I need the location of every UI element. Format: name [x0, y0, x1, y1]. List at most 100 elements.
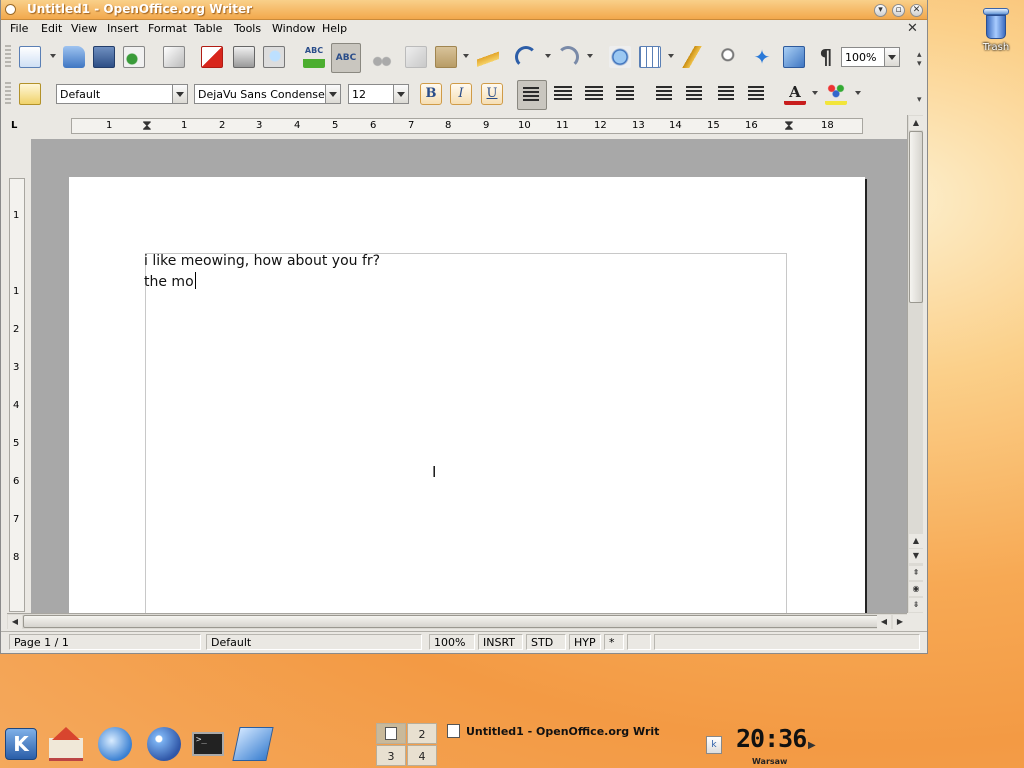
- edit-file-icon[interactable]: [163, 46, 185, 68]
- document-page[interactable]: i like meowing, how about you fr? the mo: [69, 177, 865, 613]
- kmenu-icon[interactable]: K: [5, 728, 37, 760]
- menu-view[interactable]: View: [71, 22, 97, 35]
- page-preview-icon[interactable]: [263, 46, 285, 68]
- toolbar-overflow-icon[interactable]: ▴ ▾: [917, 51, 927, 69]
- toolbar-grip[interactable]: [5, 82, 11, 106]
- highlighting-icon[interactable]: [825, 83, 847, 105]
- konqueror-icon[interactable]: [98, 727, 132, 761]
- align-right-icon[interactable]: [585, 86, 603, 102]
- align-center-icon[interactable]: [554, 86, 572, 102]
- close-window-button[interactable]: ✕: [910, 4, 923, 17]
- font-name-field[interactable]: DejaVu Sans Condensed: [194, 84, 326, 104]
- signature-indicator[interactable]: [627, 634, 651, 650]
- maximize-button[interactable]: ▫: [892, 4, 905, 17]
- clone-format-icon[interactable]: [477, 46, 499, 68]
- vertical-scrollbar[interactable]: ▲ ▲ ▼ ⇞ ◉ ⇟: [907, 115, 923, 613]
- menu-table[interactable]: Table: [194, 22, 222, 35]
- zoom-indicator[interactable]: 100%: [429, 634, 475, 650]
- export-pdf-icon[interactable]: [201, 46, 223, 68]
- chevron-down-icon[interactable]: [50, 54, 56, 58]
- horizontal-scrollbar[interactable]: ◀ ◀ ▶: [7, 613, 907, 629]
- scroll-left-icon[interactable]: ◀: [877, 615, 891, 629]
- paragraph-style-dropdown[interactable]: [173, 84, 188, 104]
- panel-hide-icon[interactable]: ▶: [808, 740, 816, 751]
- writer-icon[interactable]: [232, 727, 274, 761]
- decrease-indent-icon[interactable]: [718, 86, 734, 102]
- font-size-field[interactable]: 12: [348, 84, 394, 104]
- chevron-down-icon[interactable]: [812, 91, 818, 95]
- terminal-icon[interactable]: >_: [192, 732, 224, 756]
- font-size-dropdown[interactable]: [394, 84, 409, 104]
- draw-icon[interactable]: [681, 46, 703, 68]
- scroll-up-icon[interactable]: ▲: [909, 534, 923, 548]
- gallery-icon[interactable]: [783, 46, 805, 68]
- italic-button[interactable]: I: [450, 83, 472, 105]
- page-style-indicator[interactable]: Default: [206, 634, 422, 650]
- horizontal-ruler[interactable]: ⧗ 1 1 2 3 4 5 6 7 8 9 10 11 12 13 14 15 …: [71, 118, 863, 134]
- undo-icon[interactable]: [515, 46, 537, 68]
- menu-edit[interactable]: Edit: [41, 22, 62, 35]
- page-indicator[interactable]: Page 1 / 1: [9, 634, 201, 650]
- scroll-left-icon[interactable]: ◀: [8, 615, 22, 629]
- klipper-icon[interactable]: k: [706, 736, 722, 754]
- close-document-icon[interactable]: ✕: [907, 21, 918, 36]
- navigator-icon[interactable]: ✦: [751, 46, 773, 68]
- nonprinting-chars-icon[interactable]: ¶: [815, 46, 837, 68]
- copy-icon[interactable]: [405, 46, 427, 68]
- font-name-dropdown[interactable]: [326, 84, 341, 104]
- desktop-1[interactable]: [376, 723, 406, 744]
- print-icon[interactable]: [233, 46, 255, 68]
- trash-desktop-icon[interactable]: Trash: [973, 6, 1019, 53]
- hyperlink-icon[interactable]: [609, 46, 631, 68]
- bold-button[interactable]: B: [420, 83, 442, 105]
- menu-tools[interactable]: Tools: [234, 22, 261, 35]
- right-indent-marker[interactable]: ⧗: [784, 119, 794, 133]
- open-icon[interactable]: [63, 46, 85, 68]
- title-bar[interactable]: Untitled1 - OpenOffice.org Writer ▾ ▫ ✕: [1, 0, 927, 20]
- task-writer[interactable]: Untitled1 - OpenOffice.org Writ: [447, 724, 697, 744]
- desktop-2[interactable]: 2: [407, 723, 437, 744]
- selection-mode-indicator[interactable]: STD: [526, 634, 566, 650]
- spellcheck-icon[interactable]: ABC: [303, 46, 325, 68]
- hyperlink-mode-indicator[interactable]: HYP: [569, 634, 601, 650]
- tab-stop-selector[interactable]: L: [11, 120, 23, 132]
- clock-time[interactable]: 20:36: [736, 724, 807, 753]
- menu-window[interactable]: Window: [272, 22, 315, 35]
- underline-button[interactable]: U: [481, 83, 503, 105]
- font-color-icon[interactable]: A: [784, 83, 806, 105]
- left-indent-marker[interactable]: ⧗: [142, 119, 152, 133]
- document-view[interactable]: i like meowing, how about you fr? the mo: [31, 139, 907, 613]
- desktop-3[interactable]: 3: [376, 745, 406, 766]
- menu-file[interactable]: File: [10, 22, 28, 35]
- find-replace-icon[interactable]: [719, 46, 741, 68]
- vertical-scroll-thumb[interactable]: [909, 131, 923, 303]
- cut-icon[interactable]: [371, 46, 393, 68]
- scroll-up-icon[interactable]: ▲: [909, 116, 923, 130]
- save-icon[interactable]: [93, 46, 115, 68]
- paragraph[interactable]: i like meowing, how about you fr?: [144, 253, 380, 269]
- redo-icon[interactable]: [557, 46, 579, 68]
- chevron-down-icon[interactable]: [855, 91, 861, 95]
- paragraph[interactable]: the mo: [144, 272, 196, 290]
- vertical-ruler[interactable]: 1 1 2 3 4 5 6 7 8: [9, 178, 25, 612]
- next-page-icon[interactable]: ⇟: [909, 598, 923, 612]
- paste-icon[interactable]: [435, 46, 457, 68]
- home-icon[interactable]: [49, 727, 83, 761]
- toolbar-overflow-icon[interactable]: ▾: [917, 96, 927, 105]
- insert-mode-indicator[interactable]: INSRT: [478, 634, 523, 650]
- horizontal-scroll-thumb[interactable]: [23, 615, 879, 628]
- chevron-down-icon[interactable]: [545, 54, 551, 58]
- align-left-button[interactable]: [517, 80, 547, 110]
- toolbar-grip[interactable]: [5, 45, 11, 69]
- styles-formatting-icon[interactable]: [19, 83, 41, 105]
- zoom-dropdown-button[interactable]: [885, 47, 900, 67]
- previous-page-icon[interactable]: ⇞: [909, 566, 923, 580]
- scroll-right-icon[interactable]: ▶: [893, 615, 907, 629]
- chevron-down-icon[interactable]: [463, 54, 469, 58]
- paragraph-style-field[interactable]: Default: [56, 84, 173, 104]
- increase-indent-icon[interactable]: [748, 86, 764, 102]
- menu-format[interactable]: Format: [148, 22, 187, 35]
- menu-insert[interactable]: Insert: [107, 22, 139, 35]
- browser-globe-icon[interactable]: [147, 727, 181, 761]
- menu-help[interactable]: Help: [322, 22, 347, 35]
